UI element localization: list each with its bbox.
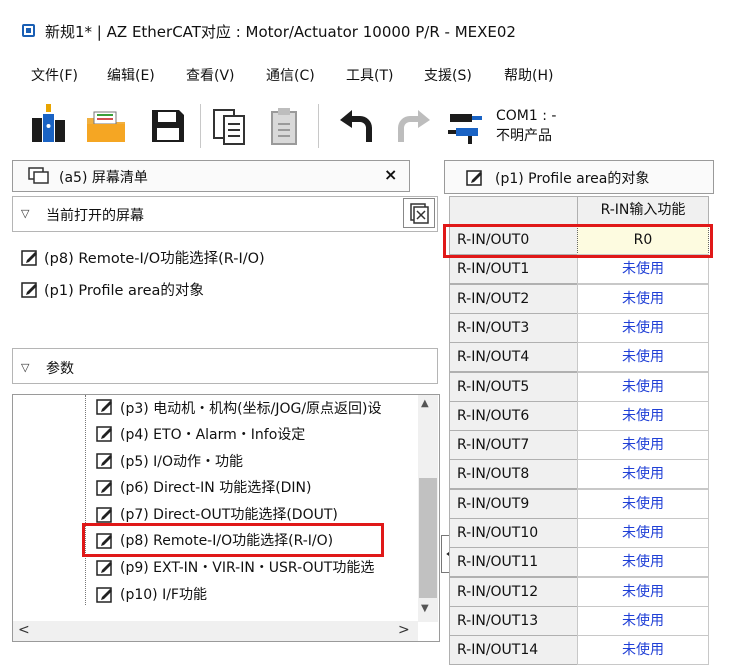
row-header: R-IN/OUT3 (449, 313, 578, 343)
input-function-cell[interactable]: 未使用 (577, 635, 709, 665)
edit-icon (96, 424, 114, 442)
open-screen-p1[interactable]: (p1) Profile area的对象 (44, 279, 204, 300)
edit-icon (96, 478, 114, 496)
input-function-cell[interactable]: 未使用 (577, 459, 709, 489)
highlight-box (82, 523, 384, 557)
com-connection-icon[interactable] (446, 100, 490, 152)
collapse-triangle-icon[interactable]: ▽ (21, 361, 29, 374)
input-function-cell[interactable]: 未使用 (577, 342, 709, 372)
close-icon[interactable]: × (384, 165, 397, 184)
edit-icon (96, 451, 114, 469)
horizontal-scrollbar[interactable] (13, 621, 418, 641)
input-function-cell[interactable]: 未使用 (577, 489, 709, 519)
edit-icon (21, 280, 39, 298)
row-header: R-IN/OUT11 (449, 547, 578, 577)
row-header: R-IN/OUT9 (449, 489, 578, 519)
screen-list-icon (28, 167, 50, 185)
row-header: R-IN/OUT6 (449, 401, 578, 431)
close-all-screens-button[interactable] (403, 198, 435, 228)
row-header: R-IN/OUT12 (449, 577, 578, 607)
input-function-cell[interactable]: 未使用 (577, 372, 709, 402)
tree-line (85, 395, 86, 605)
tree-item-p3[interactable]: (p3) 电动机・机构(坐标/JOG/原点返回)设 (120, 398, 416, 418)
scroll-down-icon[interactable]: ▼ (421, 603, 429, 614)
scroll-left-icon[interactable]: < (18, 622, 30, 638)
highlight-box (443, 224, 713, 258)
row-header: R-IN/OUT13 (449, 606, 578, 636)
toolbar-separator (200, 104, 201, 148)
menu-communication[interactable]: 通信(C) (266, 65, 315, 85)
menu-view[interactable]: 查看(V) (186, 65, 235, 85)
paste-icon[interactable] (262, 100, 306, 152)
tree-item-p4[interactable]: (p4) ETO・Alarm・Info设定 (120, 424, 305, 444)
edit-icon (21, 248, 39, 266)
com-port-label: COM1 : - (496, 108, 557, 124)
menu-file[interactable]: 文件(F) (31, 65, 78, 85)
tree-item-p6[interactable]: (p6) Direct-IN 功能选择(DIN) (120, 477, 312, 497)
save-icon[interactable] (146, 100, 190, 152)
open-folder-icon[interactable] (84, 100, 128, 152)
input-function-cell[interactable]: 未使用 (577, 547, 709, 577)
screen-list-title: (a5) 屏幕清单 (59, 170, 148, 186)
menu-support[interactable]: 支援(S) (424, 65, 472, 85)
new-project-icon[interactable] (26, 100, 70, 152)
input-function-cell[interactable]: 未使用 (577, 254, 709, 284)
open-screens-label: 当前打开的屏幕 (46, 208, 144, 224)
app-icon (22, 24, 35, 37)
edit-icon (466, 168, 484, 186)
grid-corner (449, 196, 578, 225)
row-header: R-IN/OUT7 (449, 430, 578, 460)
menu-tools[interactable]: 工具(T) (346, 65, 393, 85)
edit-icon (96, 558, 114, 576)
input-function-cell[interactable]: 未使用 (577, 577, 709, 607)
menu-help[interactable]: 帮助(H) (504, 65, 553, 85)
row-header: R-IN/OUT1 (449, 254, 578, 284)
com-status: COM1 : - 不明产品 (496, 106, 556, 146)
scroll-right-icon[interactable]: > (398, 622, 410, 638)
redo-icon[interactable] (392, 100, 436, 152)
params-label: 参数 (46, 361, 74, 377)
input-function-cell[interactable]: 未使用 (577, 518, 709, 548)
undo-icon[interactable] (334, 100, 378, 152)
copy-icon[interactable] (208, 100, 252, 152)
row-header: R-IN/OUT14 (449, 635, 578, 665)
input-function-cell[interactable]: 未使用 (577, 401, 709, 431)
row-header: R-IN/OUT10 (449, 518, 578, 548)
scroll-up-icon[interactable]: ▲ (421, 398, 429, 409)
edit-icon (96, 505, 114, 523)
edit-icon (96, 585, 114, 603)
input-function-cell[interactable]: 未使用 (577, 430, 709, 460)
profile-area-title: (p1) Profile area的对象 (495, 171, 650, 187)
row-header: R-IN/OUT4 (449, 342, 578, 372)
tree-item-p5[interactable]: (p5) I/O动作・功能 (120, 451, 243, 471)
column-header: R-IN输入功能 (577, 196, 709, 225)
vertical-scroll-thumb[interactable] (419, 478, 437, 598)
input-function-cell[interactable]: 未使用 (577, 606, 709, 636)
tree-item-p7[interactable]: (p7) Direct-OUT功能选择(DOUT) (120, 504, 338, 524)
menu-edit[interactable]: 编辑(E) (107, 65, 155, 85)
toolbar-separator (318, 104, 319, 148)
input-function-cell[interactable]: 未使用 (577, 313, 709, 343)
params-section[interactable] (12, 348, 438, 384)
row-header: R-IN/OUT2 (449, 284, 578, 314)
tree-item-p9[interactable]: (p9) EXT-IN・VIR-IN・USR-OUT功能选 (120, 557, 416, 577)
row-header: R-IN/OUT8 (449, 459, 578, 489)
tree-item-p10[interactable]: (p10) I/F功能 (120, 584, 207, 604)
product-label: 不明产品 (496, 128, 552, 144)
row-header: R-IN/OUT5 (449, 372, 578, 402)
collapse-triangle-icon[interactable]: ▽ (21, 207, 29, 220)
window-title: 新规1* | AZ EtherCAT对应 : Motor/Actuator 10… (45, 23, 516, 41)
open-screen-p8[interactable]: (p8) Remote-I/O功能选择(R-I/O) (44, 247, 265, 268)
edit-icon (96, 397, 114, 415)
input-function-cell[interactable]: 未使用 (577, 284, 709, 314)
